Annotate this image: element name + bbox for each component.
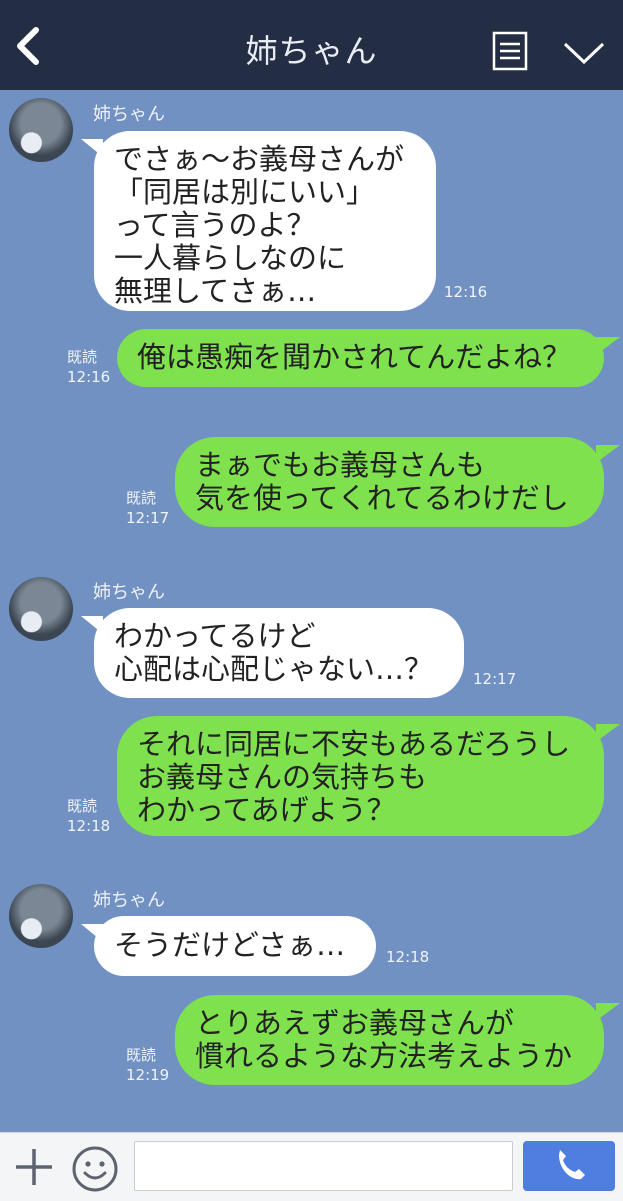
sender-name: 姉ちゃん (93, 582, 165, 603)
read-status: 既読 (126, 1046, 157, 1064)
chat-title: 姉ちゃん (245, 32, 378, 70)
message-meta: 既読 12:19 (126, 1045, 169, 1085)
message-time: 12:18 (386, 948, 430, 966)
message-time: 12:17 (473, 670, 517, 688)
message-bubble[interactable]: わかってるけど 心配は心配じゃない…？ (81, 608, 464, 698)
message-meta: 既読 12:16 (67, 347, 110, 387)
message-bubble[interactable]: 俺は愚痴を聞かされてんだよね？ (117, 329, 620, 387)
message-time: 12:18 (67, 817, 111, 835)
message-text: それに同居に不安もあるだろうし お義母さんの気持ちも わかってあげよう？ (137, 727, 571, 827)
collapse-button[interactable] (562, 38, 606, 68)
emoji-button[interactable] (71, 1145, 119, 1193)
message-bubble[interactable]: とりあえずお義母さんが 慣れるような方法考えようか (175, 995, 620, 1085)
message-time: 12:19 (126, 1066, 170, 1084)
plus-icon (16, 1149, 52, 1185)
menu-button[interactable] (492, 31, 528, 71)
sender-name: 姉ちゃん (93, 890, 165, 911)
plus-button[interactable] (14, 1147, 54, 1187)
phone-icon (559, 1150, 585, 1180)
message-bubble[interactable]: でさぁ〜お義母さんが 「同居は別にいい」 って言うのよ？ 一人暮らしなのに 無理… (81, 131, 436, 311)
message-bubble[interactable]: まぁでもお義母さんも 気を使ってくれてるわけだし (175, 437, 620, 527)
message-meta: 既読 12:17 (126, 488, 169, 528)
message-text: わかってるけど 心配は心配じゃない…？ (114, 619, 434, 686)
avatar[interactable] (9, 884, 73, 948)
message-text: まぁでもお義母さんも 気を使ってくれてるわけだし (195, 448, 569, 515)
smiley-icon (72, 1146, 118, 1192)
list-icon (492, 31, 528, 71)
call-button[interactable] (523, 1141, 615, 1191)
sender-name: 姉ちゃん (93, 104, 165, 125)
read-status: 既読 (67, 348, 98, 366)
message-text: とりあえずお義母さんが 慣れるような方法考えようか (195, 1006, 573, 1073)
chevron-down-icon (563, 42, 605, 65)
message-time: 12:16 (444, 283, 488, 301)
input-bar (0, 1132, 623, 1201)
message-text: そうだけどさぁ… (114, 928, 346, 962)
message-meta: 既読 12:18 (67, 796, 110, 836)
message-time: 12:16 (67, 368, 111, 386)
message-input[interactable] (134, 1141, 513, 1191)
avatar[interactable] (9, 577, 73, 641)
message-bubble[interactable]: そうだけどさぁ… (81, 916, 376, 976)
message-bubble[interactable]: それに同居に不安もあるだろうし お義母さんの気持ちも わかってあげよう？ (117, 716, 620, 836)
read-status: 既読 (67, 797, 98, 815)
message-time: 12:17 (126, 509, 170, 527)
message-text: 俺は愚痴を聞かされてんだよね？ (137, 340, 572, 374)
read-status: 既読 (126, 489, 157, 507)
avatar[interactable] (9, 98, 73, 162)
chat-header: 姉ちゃん (0, 0, 623, 90)
message-text: でさぁ〜お義母さんが 「同居は別にいい」 って言うのよ？ 一人暮らしなのに 無理… (114, 142, 405, 308)
